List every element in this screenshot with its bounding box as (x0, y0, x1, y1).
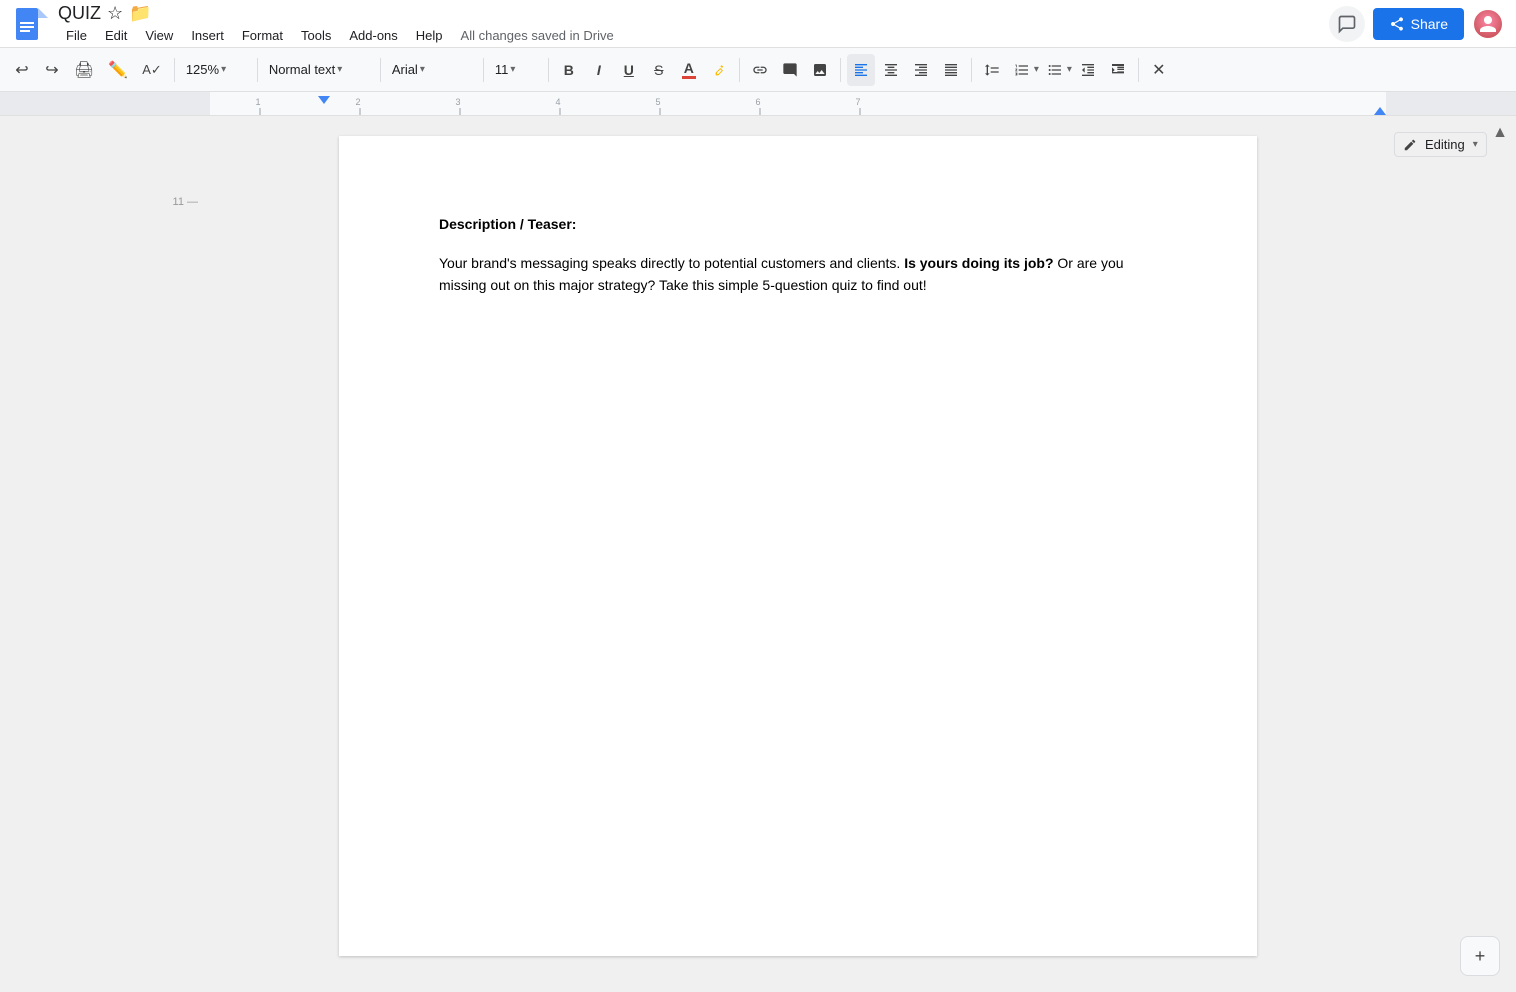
right-panel: Editing ▾ ▲ + (1386, 116, 1516, 992)
menu-file[interactable]: File (58, 26, 95, 45)
font-size-select[interactable]: 11 ▾ (490, 54, 542, 86)
menu-insert[interactable]: Insert (183, 26, 232, 45)
link-button[interactable] (746, 54, 774, 86)
svg-text:2: 2 (355, 97, 360, 107)
document-area[interactable]: Description / Teaser: Your brand's messa… (210, 116, 1386, 992)
document-body[interactable]: Your brand's messaging speaks directly t… (439, 252, 1157, 297)
italic-button[interactable]: I (585, 54, 613, 86)
text-color-button[interactable]: A (675, 54, 703, 86)
decrease-indent-button[interactable] (1074, 54, 1102, 86)
toolbar-separator-6 (739, 58, 740, 82)
text-style-dropdown-arrow: ▾ (337, 64, 342, 75)
folder-icon[interactable]: 📁 (129, 3, 151, 24)
font-dropdown-arrow: ▾ (420, 64, 425, 75)
spellcheck-button[interactable]: A✓ (136, 54, 168, 86)
align-left-button[interactable] (847, 54, 875, 86)
share-label: Share (1411, 16, 1448, 32)
editing-dropdown-arrow: ▾ (1473, 139, 1478, 150)
font-value: Arial (392, 62, 418, 77)
menu-bar: File Edit View Insert Format Tools Add-o… (58, 26, 1329, 45)
print-button[interactable]: 🖨 (68, 54, 100, 86)
toolbar-separator-3 (380, 58, 381, 82)
align-center-button[interactable] (877, 54, 905, 86)
line-spacing-button[interactable] (978, 54, 1006, 86)
numbered-list-dropdown[interactable]: ▾ (1034, 64, 1039, 75)
ruler-right-margin (1386, 92, 1516, 115)
svg-text:4: 4 (555, 97, 560, 107)
editing-mode-button[interactable]: Editing ▾ (1394, 132, 1487, 157)
bold-button[interactable]: B (555, 54, 583, 86)
zoom-value: 125% (186, 62, 219, 77)
toolbar: ↩ ↪ 🖨 ✏️ A✓ 125% ▾ Normal text ▾ Arial ▾… (0, 48, 1516, 92)
document-heading: Description / Teaser: (439, 216, 1157, 232)
comment-button[interactable] (776, 54, 804, 86)
menu-view[interactable]: View (137, 26, 181, 45)
bulleted-list-dropdown[interactable]: ▾ (1067, 64, 1072, 75)
editing-label: Editing (1425, 137, 1465, 152)
paint-format-button[interactable]: ✏️ (102, 54, 134, 86)
save-status: All changes saved in Drive (461, 28, 614, 45)
toolbar-separator-1 (174, 58, 175, 82)
svg-text:6: 6 (755, 97, 760, 107)
numbered-list-button[interactable] (1008, 54, 1036, 86)
underline-button[interactable]: U (615, 54, 643, 86)
share-button[interactable]: Share (1373, 8, 1464, 40)
increase-indent-button[interactable] (1104, 54, 1132, 86)
text-color-indicator: A (682, 60, 696, 79)
svg-text:3: 3 (455, 97, 460, 107)
zoom-dropdown-arrow: ▾ (221, 64, 226, 75)
text-style-select[interactable]: Normal text ▾ (264, 54, 374, 86)
google-docs-icon (12, 6, 48, 42)
title-section: QUIZ ☆ 📁 File Edit View Insert Format To… (58, 3, 1329, 45)
left-margin: 11 — (0, 116, 210, 992)
zoom-select[interactable]: 125% ▾ (181, 54, 251, 86)
image-button[interactable] (806, 54, 834, 86)
add-icon: + (1475, 946, 1486, 967)
ruler-content: 1 2 3 4 5 6 7 (210, 92, 1386, 115)
menu-edit[interactable]: Edit (97, 26, 135, 45)
toolbar-separator-4 (483, 58, 484, 82)
text-style-value: Normal text (269, 62, 335, 77)
page-number: 11 — (173, 196, 198, 208)
bulleted-list-button[interactable] (1041, 54, 1069, 86)
menu-tools[interactable]: Tools (293, 26, 339, 45)
ruler: 1 2 3 4 5 6 7 (0, 92, 1516, 116)
menu-addons[interactable]: Add-ons (341, 26, 405, 45)
svg-text:7: 7 (855, 97, 860, 107)
comments-button[interactable] (1329, 6, 1365, 42)
star-icon[interactable]: ☆ (107, 3, 123, 24)
toolbar-separator-8 (971, 58, 972, 82)
undo-button[interactable]: ↩ (8, 54, 36, 86)
toolbar-separator-2 (257, 58, 258, 82)
toolbar-separator-5 (548, 58, 549, 82)
justify-button[interactable] (937, 54, 965, 86)
font-size-value: 11 (495, 62, 509, 77)
clear-formatting-button[interactable]: ✕ (1145, 54, 1173, 86)
ruler-left-margin (0, 92, 210, 115)
titlebar-right: Share (1329, 6, 1504, 42)
menu-help[interactable]: Help (408, 26, 451, 45)
font-select[interactable]: Arial ▾ (387, 54, 477, 86)
svg-text:5: 5 (655, 97, 660, 107)
svg-text:1: 1 (255, 97, 260, 107)
redo-button[interactable]: ↪ (38, 54, 66, 86)
main-area: 11 — Description / Teaser: Your brand's … (0, 116, 1516, 992)
highlight-button[interactable] (705, 54, 733, 86)
document-title-row: QUIZ ☆ 📁 (58, 3, 1329, 24)
strikethrough-button[interactable]: S (645, 54, 673, 86)
toolbar-separator-9 (1138, 58, 1139, 82)
collapse-panel: ▲ (1492, 124, 1508, 142)
title-bar: QUIZ ☆ 📁 File Edit View Insert Format To… (0, 0, 1516, 48)
user-avatar[interactable] (1472, 8, 1504, 40)
document-title-text[interactable]: QUIZ (58, 3, 101, 24)
paragraph-normal: Your brand's messaging speaks directly t… (439, 255, 904, 271)
add-button[interactable]: + (1460, 936, 1500, 976)
toolbar-separator-7 (840, 58, 841, 82)
font-size-dropdown-arrow: ▾ (510, 64, 515, 75)
paragraph-bold: Is yours doing its job? (904, 255, 1053, 271)
collapse-button[interactable]: ▲ (1492, 124, 1508, 142)
align-right-button[interactable] (907, 54, 935, 86)
document-page[interactable]: Description / Teaser: Your brand's messa… (339, 136, 1257, 956)
menu-format[interactable]: Format (234, 26, 291, 45)
